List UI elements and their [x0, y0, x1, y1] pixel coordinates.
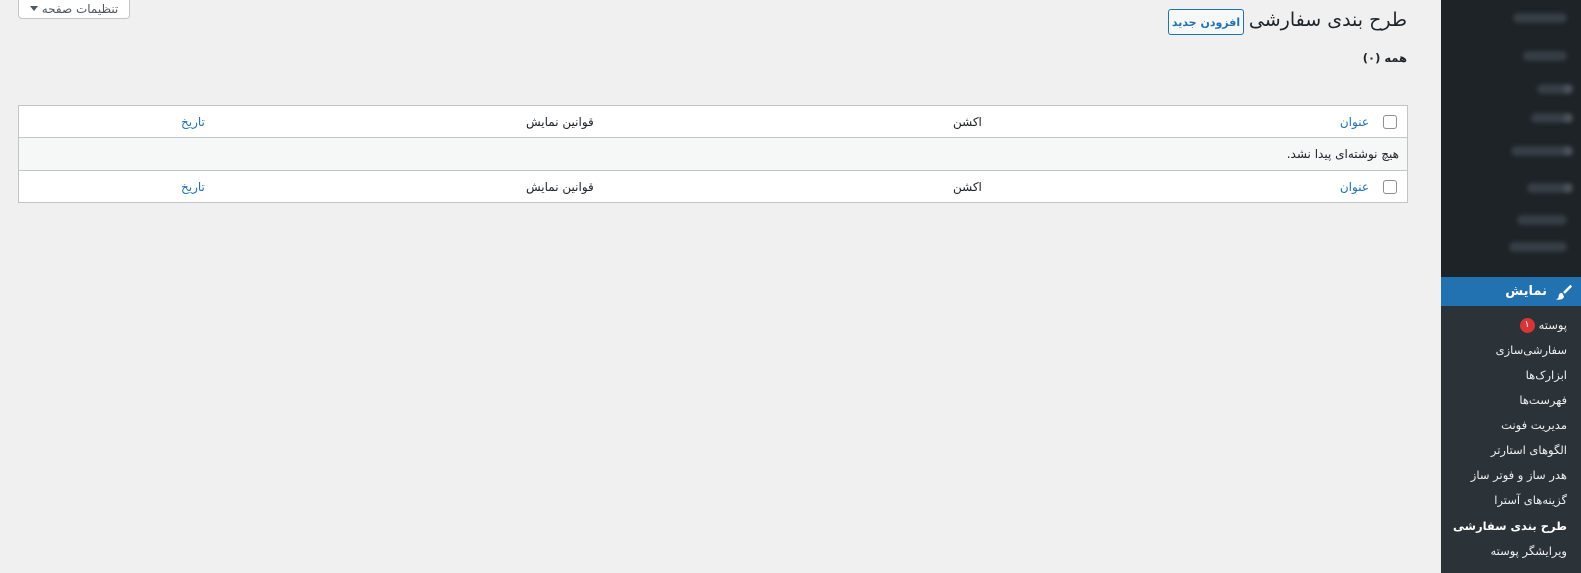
- submenu-item-themes[interactable]: پوسته۱: [1519, 318, 1567, 333]
- appearance-submenu: پوسته۱ سفارشی‌سازی ابزارک‌ها فهرست‌ها مد…: [1441, 306, 1581, 573]
- paintbrush-icon: [1555, 284, 1573, 300]
- sidebar-blurred-menu: [1441, 0, 1581, 300]
- column-action-footer: اکشن: [953, 180, 982, 194]
- column-title-sort[interactable]: عنوان: [1340, 106, 1369, 137]
- submenu-item-astra-options[interactable]: گزینه‌های آسترا: [1494, 493, 1567, 507]
- submenu-item-theme-editor[interactable]: ویرایشگر پوسته: [1490, 544, 1567, 558]
- submenu-item-font-manager[interactable]: مدیریت فونت: [1501, 418, 1567, 432]
- column-display-rules: قوانین نمایش: [526, 114, 594, 129]
- submenu-item-starter-templates[interactable]: الگوهای استارتر: [1491, 443, 1567, 457]
- active-menu-pointer: [1431, 282, 1441, 302]
- submenu-item-menus[interactable]: فهرست‌ها: [1519, 393, 1567, 407]
- sidebar-item-appearance[interactable]: نمایش: [1441, 277, 1581, 306]
- screen-options-label: تنظیمات صفحه: [41, 1, 119, 16]
- column-date-sort-footer[interactable]: تاریخ: [181, 171, 205, 203]
- table-footer-row: عنوان اکشن قوانین نمایش تاریخ: [19, 171, 1407, 203]
- submenu-item-widgets[interactable]: ابزارک‌ها: [1526, 368, 1567, 382]
- screen-options-toggle[interactable]: تنظیمات صفحه: [18, 0, 130, 19]
- submenu-item-customize[interactable]: سفارشی‌سازی: [1496, 343, 1567, 357]
- caret-down-icon: [29, 6, 38, 11]
- table-row: هیچ نوشته‌ای پیدا نشد.: [19, 138, 1407, 171]
- submenu-item-header-footer-builder[interactable]: هدر ساز و فوتر ساز: [1471, 468, 1567, 482]
- page-title: طرح بندی سفارشی: [1248, 9, 1407, 31]
- no-items-message: هیچ نوشته‌ای پیدا نشد.: [1286, 147, 1399, 161]
- column-display-rules-footer: قوانین نمایش: [526, 180, 594, 194]
- table-header-row: عنوان اکشن قوانین نمایش تاریخ: [19, 106, 1407, 138]
- submenu-item-custom-layouts[interactable]: طرح بندی سفارشی: [1453, 519, 1567, 533]
- select-all-checkbox-footer[interactable]: [1383, 180, 1397, 194]
- add-new-button[interactable]: افزودن جدید: [1168, 9, 1244, 35]
- layouts-table: عنوان اکشن قوانین نمایش تاریخ هیچ نوشته‌…: [18, 105, 1408, 203]
- column-action: اکشن: [953, 114, 982, 129]
- sidebar-item-appearance-label: نمایش: [1505, 284, 1547, 299]
- column-date-sort[interactable]: تاریخ: [181, 106, 205, 137]
- filter-all-link[interactable]: همه (۰): [1363, 51, 1407, 65]
- select-all-checkbox[interactable]: [1383, 115, 1397, 129]
- update-count-badge: ۱: [1519, 318, 1535, 333]
- column-title-sort-footer[interactable]: عنوان: [1340, 171, 1369, 203]
